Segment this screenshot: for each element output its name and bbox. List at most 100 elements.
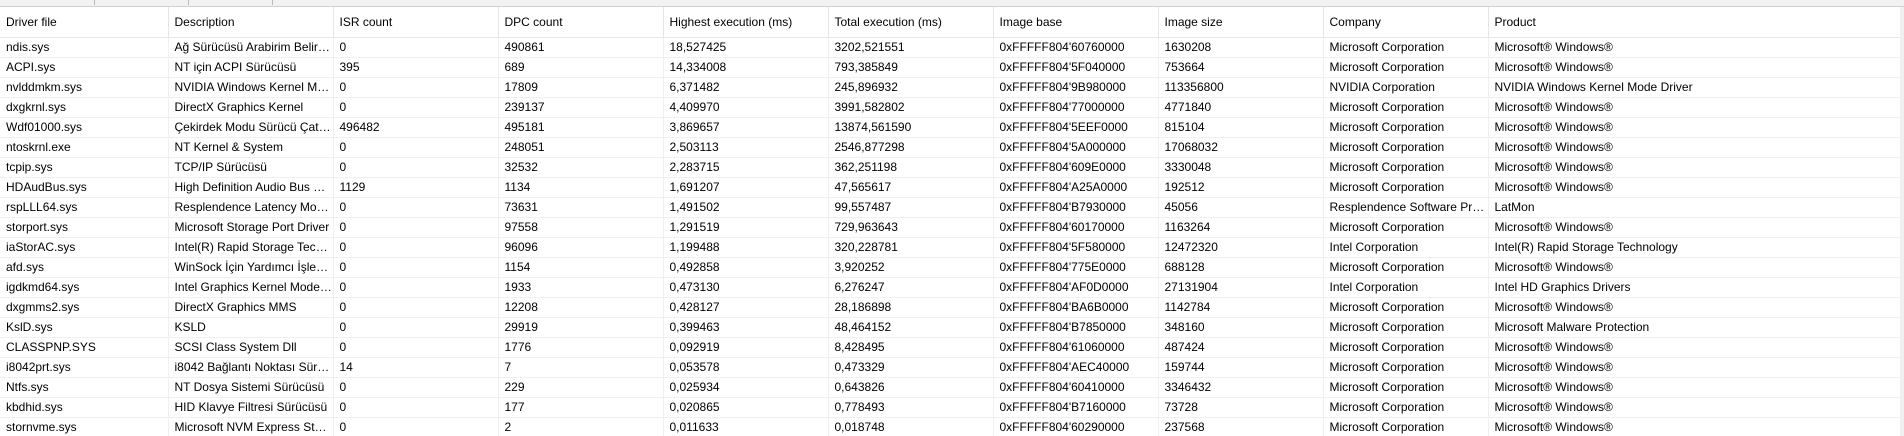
table-row[interactable]: HDAudBus.sys High Definition Audio Bus Dr… — [0, 177, 1904, 198]
total-execution-cell: 0,643826 — [828, 377, 994, 398]
table-row[interactable]: ACPI.sys NT için ACPI Sürücüsü 395 689 14,33… — [0, 57, 1904, 78]
dpc-count-cell: 1134 — [498, 177, 664, 198]
table-row[interactable]: ntoskrnl.exe NT Kernel & System 0 248051 2,5… — [0, 137, 1904, 158]
highest-execution-cell: 0,473130 — [663, 277, 829, 298]
highest-execution-cell: 1,291519 — [663, 217, 829, 238]
table-row[interactable]: iaStorAC.sys Intel(R) Rapid Storage Techn… — [0, 237, 1904, 258]
isr-count-cell: 0 — [333, 397, 499, 418]
column-header-company[interactable]: Company — [1323, 7, 1489, 38]
image-size-cell: 192512 — [1158, 177, 1324, 198]
dpc-count-cell: 73631 — [498, 197, 664, 218]
column-header-driver-file[interactable]: Driver file — [0, 7, 169, 38]
highest-execution-cell: 18,527425 — [663, 37, 829, 58]
driver-file-cell: ACPI.sys — [0, 57, 169, 78]
table-row[interactable]: afd.sysWinSock İçin Yardımcı İşlev Sürüc… — [0, 257, 1904, 278]
column-header-image-base[interactable]: Image base — [993, 7, 1159, 38]
highest-execution-cell: 4,409970 — [663, 97, 829, 118]
company-cell: Microsoft Corporation — [1323, 157, 1489, 178]
company-cell: Microsoft Corporation — [1323, 377, 1489, 398]
table-row[interactable]: i8042prt.sys i8042 Bağlantı Noktası Sürüc… — [0, 357, 1904, 378]
isr-count-cell: 0 — [333, 377, 499, 398]
table-row[interactable]: tcpip.sys TCP/IP Sürücüsü 0 32532 2,283715 36… — [0, 157, 1904, 178]
dpc-count-cell: 17809 — [498, 77, 664, 98]
column-header-product[interactable]: Product — [1488, 7, 1904, 38]
description-cell: NT Kernel & System — [168, 137, 334, 158]
image-base-cell: 0xFFFFF804'60410000 — [993, 377, 1159, 398]
table-row[interactable]: nvlddmkm.sysNVIDIA Windows Kernel Mode D… — [0, 77, 1904, 98]
company-cell: Microsoft Corporation — [1323, 137, 1489, 158]
dpc-count-cell: 2 — [498, 417, 664, 436]
product-cell: Microsoft Malware Protection — [1488, 317, 1904, 338]
vertical-scrollbar[interactable] — [1900, 7, 1904, 436]
highest-execution-cell: 0,053578 — [663, 357, 829, 378]
tab-separator — [272, 0, 273, 5]
table-row[interactable]: dxgkrnl.sys DirectX Graphics Kernel 0 23913… — [0, 97, 1904, 118]
company-cell: Microsoft Corporation — [1323, 57, 1489, 78]
table-row[interactable]: storport.sys Microsoft Storage Port Drive… — [0, 217, 1904, 238]
image-base-cell: 0xFFFFF804'BA6B0000 — [993, 297, 1159, 318]
table-row[interactable]: rspLLL64.sysResplendence Latency Monitor… — [0, 197, 1904, 218]
image-size-cell: 1142784 — [1158, 297, 1324, 318]
company-cell: Microsoft Corporation — [1323, 297, 1489, 318]
product-cell: Microsoft® Windows® — [1488, 37, 1904, 58]
driver-file-cell: i8042prt.sys — [0, 357, 169, 378]
company-cell: Microsoft Corporation — [1323, 117, 1489, 138]
table-row[interactable]: KslD.sys KSLD 0 29919 0,399463 48,464152 0xFFF… — [0, 317, 1904, 338]
image-base-cell: 0xFFFFF804'775E0000 — [993, 257, 1159, 278]
total-execution-cell: 6,276247 — [828, 277, 994, 298]
column-header-image-size[interactable]: Image size — [1158, 7, 1324, 38]
table-row[interactable]: igdkmd64.sys Intel Graphics Kernel Mode D… — [0, 277, 1904, 298]
image-size-cell: 27131904 — [1158, 277, 1324, 298]
table-row[interactable]: Wdf01000.sys Çekirdek Modu Sürücü Çatısı … — [0, 117, 1904, 138]
table-row[interactable]: kbdhid.sys HID Klavye Filtresi Sürücüsü 0 1… — [0, 397, 1904, 418]
highest-execution-cell: 14,334008 — [663, 57, 829, 78]
driver-file-cell: tcpip.sys — [0, 157, 169, 178]
isr-count-cell: 1129 — [333, 177, 499, 198]
product-cell: Microsoft® Windows® — [1488, 297, 1904, 318]
column-header-highest-execution[interactable]: Highest execution (ms) — [663, 7, 829, 38]
driver-file-cell: ndis.sys — [0, 37, 169, 58]
table-row[interactable]: Ntfs.sys NT Dosya Sistemi Sürücüsü 0 229 0,0… — [0, 377, 1904, 398]
isr-count-cell: 0 — [333, 317, 499, 338]
table-row[interactable]: dxgmms2.sys DirectX Graphics MMS 0 12208 0,4… — [0, 297, 1904, 318]
table-row[interactable]: stornvme.sysMicrosoft NVM Express Storpo… — [0, 417, 1904, 436]
isr-count-cell: 0 — [333, 297, 499, 318]
company-cell: Microsoft Corporation — [1323, 217, 1489, 238]
isr-count-cell: 14 — [333, 357, 499, 378]
description-cell: WinSock İçin Yardımcı İşlev Sürücüsü — [168, 257, 334, 278]
company-cell: Intel Corporation — [1323, 237, 1489, 258]
image-base-cell: 0xFFFFF804'60170000 — [993, 217, 1159, 238]
column-header-dpc-count[interactable]: DPC count — [498, 7, 664, 38]
image-size-cell: 815104 — [1158, 117, 1324, 138]
column-header-total-execution[interactable]: Total execution (ms) — [828, 7, 994, 38]
table-row[interactable]: ndis.sys Ağ Sürücüsü Arabirim Belirtimi 0 4… — [0, 37, 1904, 58]
driver-file-cell: stornvme.sys — [0, 417, 169, 436]
drivers-list-view[interactable]: Driver file Description ISR count DPC co… — [0, 7, 1904, 436]
product-cell: Microsoft® Windows® — [1488, 417, 1904, 436]
column-header-description[interactable]: Description — [168, 7, 334, 38]
total-execution-cell: 793,385849 — [828, 57, 994, 78]
total-execution-cell: 13874,561590 — [828, 117, 994, 138]
image-size-cell: 73728 — [1158, 397, 1324, 418]
total-execution-cell: 0,473329 — [828, 357, 994, 378]
description-cell: Microsoft NVM Express Storport Miniport … — [168, 417, 334, 436]
highest-execution-cell: 6,371482 — [663, 77, 829, 98]
company-cell: Microsoft Corporation — [1323, 417, 1489, 436]
column-header-isr-count[interactable]: ISR count — [333, 7, 499, 38]
total-execution-cell: 3991,582802 — [828, 97, 994, 118]
driver-file-cell: nvlddmkm.sys — [0, 77, 169, 98]
total-execution-cell: 2546,877298 — [828, 137, 994, 158]
product-cell: Microsoft® Windows® — [1488, 397, 1904, 418]
total-execution-cell: 0,018748 — [828, 417, 994, 436]
image-base-cell: 0xFFFFF804'AF0D0000 — [993, 277, 1159, 298]
image-base-cell: 0xFFFFF804'5A000000 — [993, 137, 1159, 158]
image-base-cell: 0xFFFFF804'61060000 — [993, 337, 1159, 358]
drivers-table: Driver file Description ISR count DPC co… — [0, 7, 1904, 436]
table-row[interactable]: CLASSPNP.SYS SCSI Class System Dll 0 1776 0,… — [0, 337, 1904, 358]
image-size-cell: 113356800 — [1158, 77, 1324, 98]
dpc-count-cell: 229 — [498, 377, 664, 398]
image-size-cell: 3330048 — [1158, 157, 1324, 178]
dpc-count-cell: 12208 — [498, 297, 664, 318]
description-cell: HID Klavye Filtresi Sürücüsü — [168, 397, 334, 418]
driver-file-cell: kbdhid.sys — [0, 397, 169, 418]
